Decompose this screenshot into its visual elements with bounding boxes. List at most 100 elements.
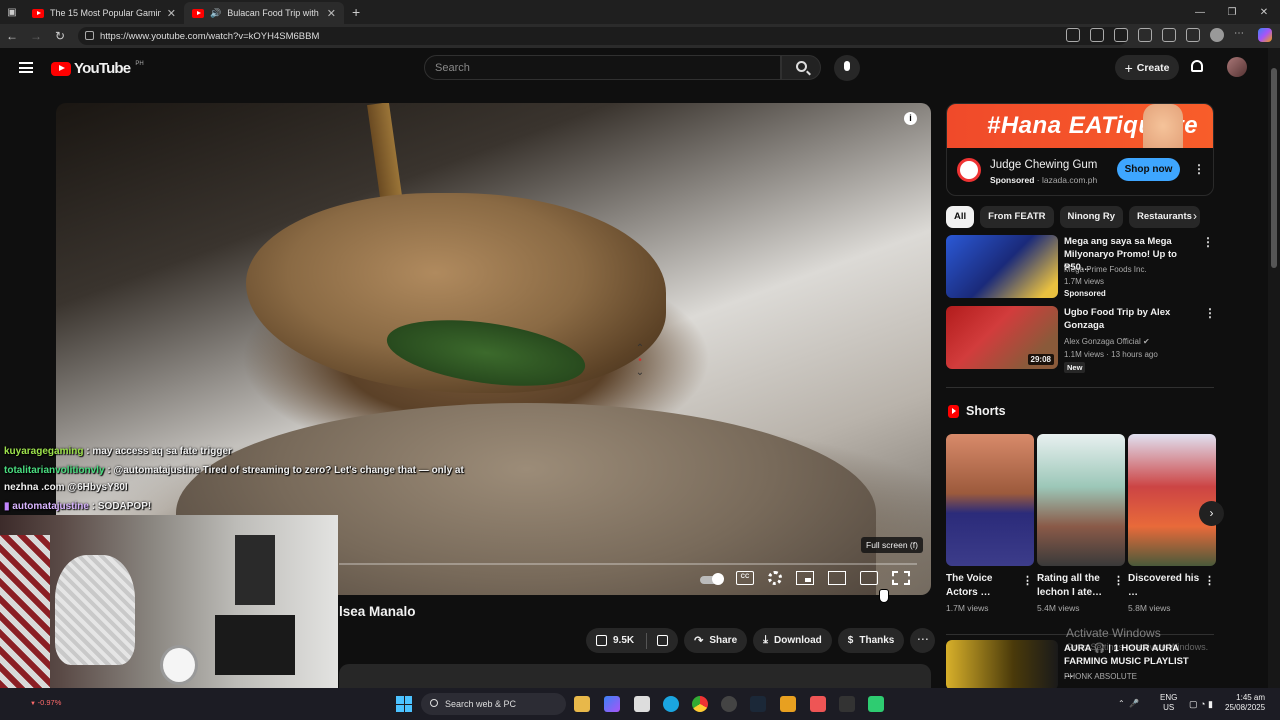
recommendation-item[interactable]: 29:08 Ugbo Food Trip by Alex Gonzaga Ale… <box>946 306 1216 373</box>
recommendation-menu-icon[interactable]: ⋮ <box>1202 235 1214 249</box>
more-actions-button[interactable]: ⋯ <box>910 628 936 653</box>
search-input[interactable]: Search <box>424 55 781 80</box>
ad-card[interactable]: #Hana EATiquette Judge Chewing Gum Spons… <box>946 103 1214 196</box>
windows-start-icon[interactable] <box>396 696 412 712</box>
chip-ninong-ry[interactable]: Ninong Ry <box>1059 206 1123 228</box>
scrollbar-thumb[interactable] <box>1271 68 1277 268</box>
youtube-logo[interactable]: YouTube PH <box>51 60 144 77</box>
recommendation-item[interactable]: Mega ang saya sa Mega Milyonaryo Promo! … <box>946 235 1216 299</box>
network-icon[interactable]: ▢ ◔ ▮ <box>1189 699 1213 710</box>
back-icon[interactable]: ← <box>0 29 24 43</box>
stock-widget[interactable]: -0.97% <box>30 698 62 707</box>
chip-all[interactable]: All <box>946 206 975 228</box>
app-icon[interactable] <box>1090 28 1104 42</box>
audio-playing-icon[interactable]: 🔊 <box>210 8 221 19</box>
collections-icon[interactable] <box>1162 28 1176 42</box>
fullscreen-icon[interactable] <box>892 571 910 585</box>
short-item[interactable]: The Voice Actors … 1.7M views ⋮ <box>946 434 1035 613</box>
short-thumbnail[interactable] <box>946 434 1034 566</box>
menu-icon[interactable] <box>19 62 33 73</box>
recommendation-views: 1.7M views <box>1064 277 1105 286</box>
info-icon[interactable]: i <box>904 112 917 125</box>
page-scrollbar[interactable] <box>1268 48 1280 688</box>
app-icon[interactable] <box>810 696 826 712</box>
maximize-button[interactable]: ❐ <box>1216 0 1248 24</box>
thanks-button[interactable]: $ Thanks <box>837 628 905 653</box>
recommendation-thumbnail[interactable] <box>946 640 1058 690</box>
edge-icon[interactable] <box>663 696 679 712</box>
more-menu-icon[interactable]: ⋯ <box>1234 28 1248 42</box>
extensions-icon[interactable] <box>1138 28 1152 42</box>
account-avatar[interactable] <box>1227 57 1247 77</box>
progress-bar[interactable] <box>339 563 917 565</box>
shorts-next-icon[interactable]: › <box>1199 501 1224 526</box>
short-title[interactable]: The Voice Actors … <box>946 572 1021 600</box>
obs-icon[interactable] <box>721 696 737 712</box>
short-thumbnail[interactable] <box>1128 434 1216 566</box>
copilot-icon[interactable] <box>1258 28 1272 42</box>
profile-icon[interactable] <box>1210 28 1224 42</box>
ad-title[interactable]: Judge Chewing Gum <box>990 159 1097 171</box>
favorites-icon[interactable] <box>1186 28 1200 42</box>
cast-icon[interactable] <box>860 571 878 585</box>
forward-icon[interactable]: → <box>24 29 48 43</box>
voice-search-icon[interactable] <box>834 55 860 81</box>
notifications-icon[interactable] <box>1191 60 1203 72</box>
url-field[interactable]: https://www.youtube.com/watch?v=kOYH4SM6… <box>78 27 1128 45</box>
create-button[interactable]: + Create <box>1115 55 1179 80</box>
short-thumbnail[interactable] <box>1037 434 1125 566</box>
recommendation-thumbnail[interactable] <box>946 235 1058 298</box>
translate-icon[interactable] <box>1066 28 1080 42</box>
like-button[interactable]: 9.5K <box>586 628 679 653</box>
short-title[interactable]: Rating all the lechon I ate… <box>1037 572 1112 600</box>
shop-now-button[interactable]: Shop now <box>1117 158 1180 181</box>
subtitles-icon[interactable]: CC <box>736 571 754 585</box>
taskbar-search[interactable]: Search web & PC <box>421 693 566 715</box>
minimize-button[interactable]: — <box>1184 0 1216 24</box>
store-icon[interactable] <box>634 696 650 712</box>
miniplayer-icon[interactable] <box>796 571 814 585</box>
app-icon[interactable] <box>839 696 855 712</box>
short-title[interactable]: Discovered his … <box>1128 572 1203 600</box>
tab-gaming[interactable]: The 15 Most Popular Gaming Ba… ✕ <box>24 2 184 24</box>
app-icon[interactable] <box>868 696 884 712</box>
autoplay-toggle[interactable] <box>700 572 724 585</box>
recommendation-channel[interactable]: PHONK ABSOLUTE <box>1064 672 1137 681</box>
short-item[interactable]: Rating all the lechon I ate… 5.4M views … <box>1037 434 1126 613</box>
theater-mode-icon[interactable] <box>828 571 846 585</box>
tab-actions-icon[interactable]: ▣ <box>0 7 24 18</box>
tab-bulacan[interactable]: 🔊 Bulacan Food Trip with Erwa… ✕ <box>184 2 344 24</box>
taskbar-clock[interactable]: 1:45 am 25/08/2025 <box>1225 693 1265 713</box>
reload-icon[interactable]: ↻ <box>48 29 72 43</box>
close-tab-icon[interactable]: ✕ <box>167 7 176 20</box>
tray-chevron-icon[interactable]: ⌃ 🎤 <box>1118 699 1139 708</box>
chip-restaurants[interactable]: Restaurants <box>1129 206 1200 228</box>
short-menu-icon[interactable]: ⋮ <box>1113 574 1124 587</box>
short-menu-icon[interactable]: ⋮ <box>1022 574 1033 587</box>
recommendation-channel[interactable]: Alex Gonzaga Official ✔ <box>1064 337 1150 346</box>
short-menu-icon[interactable]: ⋮ <box>1204 574 1215 587</box>
share-button[interactable]: ↷ Share <box>684 628 748 653</box>
new-tab-button[interactable]: + <box>344 4 368 20</box>
recommendation-title[interactable]: Ugbo Food Trip by Alex Gonzaga <box>1064 306 1196 332</box>
search-button[interactable] <box>781 55 821 80</box>
close-window-button[interactable]: ✕ <box>1248 0 1280 24</box>
recommendation-thumbnail[interactable]: 29:08 <box>946 306 1058 369</box>
ad-menu-icon[interactable]: ⋮ <box>1193 162 1205 176</box>
steam-icon[interactable] <box>750 696 766 712</box>
recommendation-channel[interactable]: Mega Prime Foods Inc. <box>1064 265 1147 274</box>
recommendation-menu-icon[interactable]: ⋮ <box>1204 306 1216 320</box>
favorite-star-icon[interactable] <box>1114 28 1128 42</box>
chrome-icon[interactable] <box>692 696 708 712</box>
file-explorer-icon[interactable] <box>574 696 590 712</box>
thumbs-down-icon[interactable] <box>657 635 669 646</box>
chat-message: nezhna .com @6HbysY80I <box>4 482 128 493</box>
app-icon[interactable] <box>780 696 796 712</box>
chip-from-featr[interactable]: From FEATR <box>980 206 1054 228</box>
close-tab-icon[interactable]: ✕ <box>327 7 336 20</box>
settings-gear-icon[interactable] <box>768 571 782 585</box>
download-button[interactable]: ⤓ Download <box>753 628 832 653</box>
language-indicator[interactable]: ENG US <box>1160 693 1177 713</box>
chevron-right-icon[interactable]: › <box>1193 209 1197 223</box>
copilot-app-icon[interactable] <box>604 696 620 712</box>
